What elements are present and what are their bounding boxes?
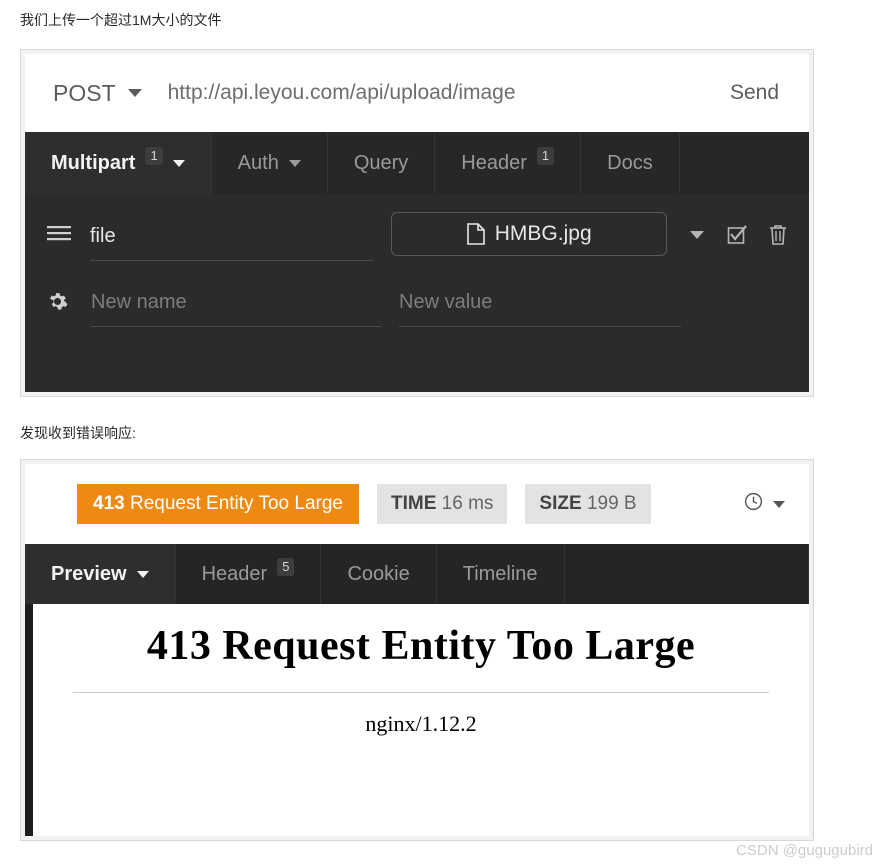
chevron-down-icon [136, 570, 149, 578]
chevron-down-icon[interactable] [689, 230, 705, 240]
tab-timeline[interactable]: Timeline [437, 544, 565, 604]
tab-header[interactable]: Header 1 [435, 132, 582, 194]
form-row: file HMBG.jpg [47, 212, 787, 278]
nginx-error-page: 413 Request Entity Too Large nginx/1.12.… [33, 604, 809, 737]
tab-docs[interactable]: Docs [581, 132, 680, 194]
watermark: CSDN @gugugubird [736, 842, 873, 859]
url-input[interactable]: http://api.leyou.com/api/upload/image [168, 81, 730, 105]
tab-header-label: Header [461, 151, 527, 174]
tab-auth-label: Auth [237, 151, 279, 174]
new-param-name-input[interactable]: New name [91, 278, 381, 327]
tab-preview[interactable]: Preview [25, 544, 176, 604]
file-name-label: HMBG.jpg [494, 222, 592, 245]
history-dropdown[interactable] [744, 492, 785, 516]
chevron-down-icon [773, 500, 785, 508]
response-panel-inner: 413 Request Entity Too Large TIME 16 ms … [25, 464, 809, 836]
time-label: TIME [391, 493, 437, 514]
tab-cookie-label: Cookie [347, 562, 410, 585]
size-label: SIZE [539, 493, 582, 514]
response-preview-area: 413 Request Entity Too Large nginx/1.12.… [25, 604, 809, 836]
chevron-down-icon [288, 159, 301, 167]
request-url-bar: POST http://api.leyou.com/api/upload/ima… [25, 54, 809, 132]
tab-docs-label: Docs [607, 151, 653, 174]
tab-preview-label: Preview [51, 562, 127, 585]
hamburger-drag-handle-icon[interactable] [47, 212, 90, 241]
tabbar-filler [680, 132, 809, 194]
request-body-area: Multipart 1 Auth Query Header 1 Docs fil… [25, 132, 809, 392]
send-button[interactable]: Send [730, 81, 787, 105]
tab-response-header-label: Header [201, 562, 268, 585]
checkbox-checked-icon[interactable] [727, 224, 747, 245]
tab-query-label: Query [353, 151, 409, 174]
size-value: 199 B [586, 493, 637, 514]
tab-query[interactable]: Query [328, 132, 436, 194]
status-badge: 413 Request Entity Too Large [77, 484, 359, 524]
tab-response-header-badge: 5 [277, 558, 295, 576]
response-tabbar: Preview Header 5 Cookie Timeline [25, 544, 809, 604]
time-chip: TIME 16 ms [377, 484, 508, 524]
multipart-form-area: file HMBG.jpg New name New value [25, 194, 809, 344]
file-picker-button[interactable]: HMBG.jpg [391, 212, 667, 256]
caption-upload-note: 我们上传一个超过1M大小的文件 [20, 12, 222, 28]
new-param-value-placeholder: New value [399, 290, 493, 313]
tab-multipart-badge: 1 [145, 147, 163, 165]
tab-multipart[interactable]: Multipart 1 [25, 132, 212, 194]
tab-cookie[interactable]: Cookie [321, 544, 437, 604]
preview-left-gutter [25, 604, 33, 836]
row-actions [689, 212, 787, 245]
http-method-label: POST [53, 79, 116, 106]
response-tabbar-filler [565, 544, 809, 604]
http-method-selector[interactable]: POST [53, 80, 142, 107]
request-panel-inner: POST http://api.leyou.com/api/upload/ima… [25, 54, 809, 392]
new-param-value-input[interactable]: New value [399, 278, 681, 327]
error-page-server: nginx/1.12.2 [365, 711, 477, 736]
request-tabbar: Multipart 1 Auth Query Header 1 Docs [25, 132, 809, 194]
tab-auth[interactable]: Auth [212, 132, 328, 194]
error-page-divider [73, 692, 769, 693]
tab-header-badge: 1 [536, 147, 555, 165]
response-status-bar: 413 Request Entity Too Large TIME 16 ms … [25, 464, 809, 544]
caption-error-note: 发现收到错误响应: [20, 425, 136, 441]
request-panel: POST http://api.leyou.com/api/upload/ima… [20, 49, 814, 397]
param-name-value: file [90, 224, 116, 247]
size-chip: SIZE 199 B [525, 484, 651, 524]
tab-timeline-label: Timeline [462, 562, 538, 585]
trash-delete-icon[interactable] [769, 224, 787, 245]
response-panel: 413 Request Entity Too Large TIME 16 ms … [20, 459, 814, 841]
new-param-name-placeholder: New name [91, 290, 187, 313]
document-file-icon [466, 223, 485, 245]
screenshot-root: 我们上传一个超过1M大小的文件 POST http://api.leyou.co… [0, 0, 883, 866]
chevron-down-icon [172, 159, 185, 167]
error-page-title: 413 Request Entity Too Large [146, 623, 696, 669]
gear-settings-icon[interactable] [47, 278, 91, 312]
chevron-down-icon [127, 89, 142, 97]
tab-multipart-label: Multipart [51, 151, 136, 174]
status-text: Request Entity Too Large [129, 493, 343, 514]
clock-history-icon [744, 492, 763, 516]
form-row: New name New value [47, 278, 787, 344]
tab-response-header[interactable]: Header 5 [176, 544, 322, 604]
param-name-input[interactable]: file [90, 212, 374, 261]
time-value: 16 ms [441, 493, 494, 514]
status-code: 413 [93, 493, 125, 514]
